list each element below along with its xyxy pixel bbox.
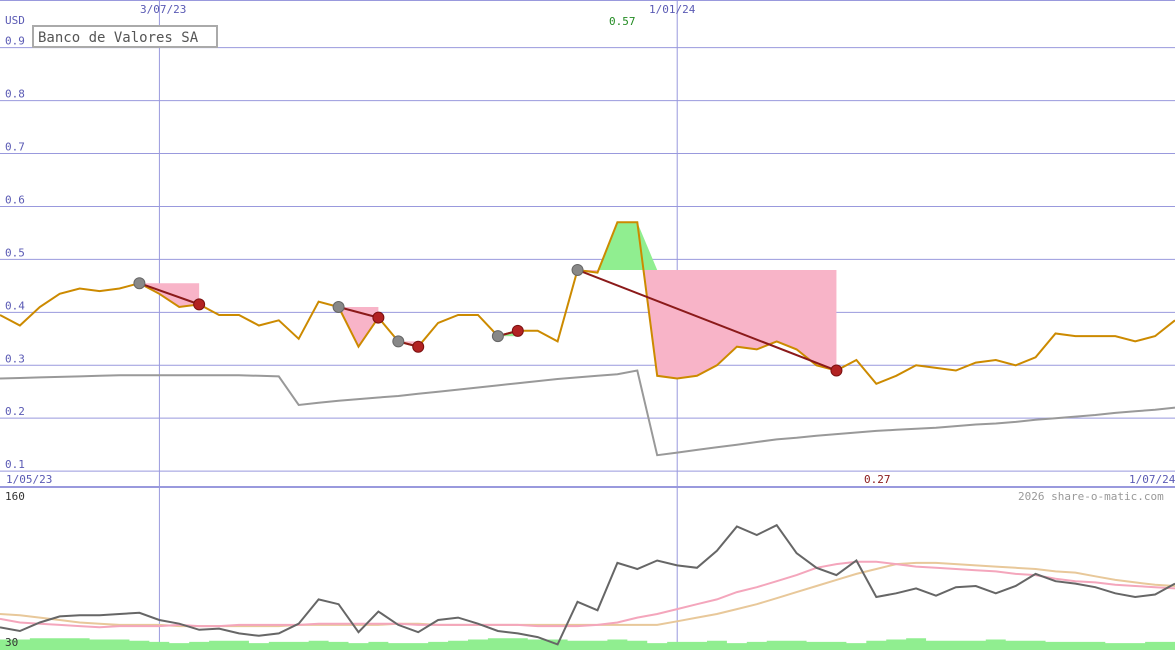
x-label-bottom-2: 1/07/24 [1129, 473, 1175, 486]
chart-background [0, 0, 1175, 650]
entry-marker [332, 301, 345, 314]
price-y-ticks: 0.9 0.8 0.7 0.6 0.5 0.4 0.3 0.2 0.1 [5, 35, 25, 471]
entry-marker [491, 330, 504, 343]
entry-marker [571, 263, 584, 276]
x-label-top-2: 1/01/24 [649, 3, 696, 16]
entry-marker [392, 335, 405, 348]
exit-marker [412, 340, 425, 353]
watermark: 2026 share-o-matic.com [1018, 490, 1164, 503]
x-label-bottom-1: 1/05/23 [6, 473, 52, 486]
price-y-tick-label: 0.1 [5, 458, 25, 471]
exit-marker [511, 324, 524, 337]
exit-marker [193, 298, 206, 311]
price-axis-unit: USD [5, 14, 25, 27]
indicator-y-min: 30 [5, 636, 18, 649]
chart-title: Banco de Valores SA [38, 30, 199, 46]
exit-marker [830, 364, 843, 377]
high-price-annotation: 0.57 [609, 15, 636, 28]
price-y-tick-label: 0.8 [5, 88, 25, 101]
price-y-tick-label: 0.9 [5, 35, 25, 48]
price-y-tick-label: 0.3 [5, 352, 25, 365]
entry-marker [133, 277, 146, 290]
indicator-y-max: 160 [5, 490, 25, 503]
exit-marker [372, 311, 385, 324]
stock-chart: 0.90.80.70.60.50.40.30.20.1 USD 3/07/23 … [0, 0, 1175, 650]
price-y-tick-label: 0.4 [5, 299, 25, 312]
chart-title-box: Banco de Valores SA [32, 25, 218, 48]
low-price-annotation: 0.27 [864, 473, 891, 486]
price-y-tick-label: 0.7 [5, 141, 25, 154]
price-y-tick-label: 0.6 [5, 193, 25, 206]
price-y-tick-label: 0.2 [5, 405, 25, 418]
price-y-tick-label: 0.5 [5, 246, 25, 259]
x-label-top-1: 3/07/23 [140, 3, 186, 16]
